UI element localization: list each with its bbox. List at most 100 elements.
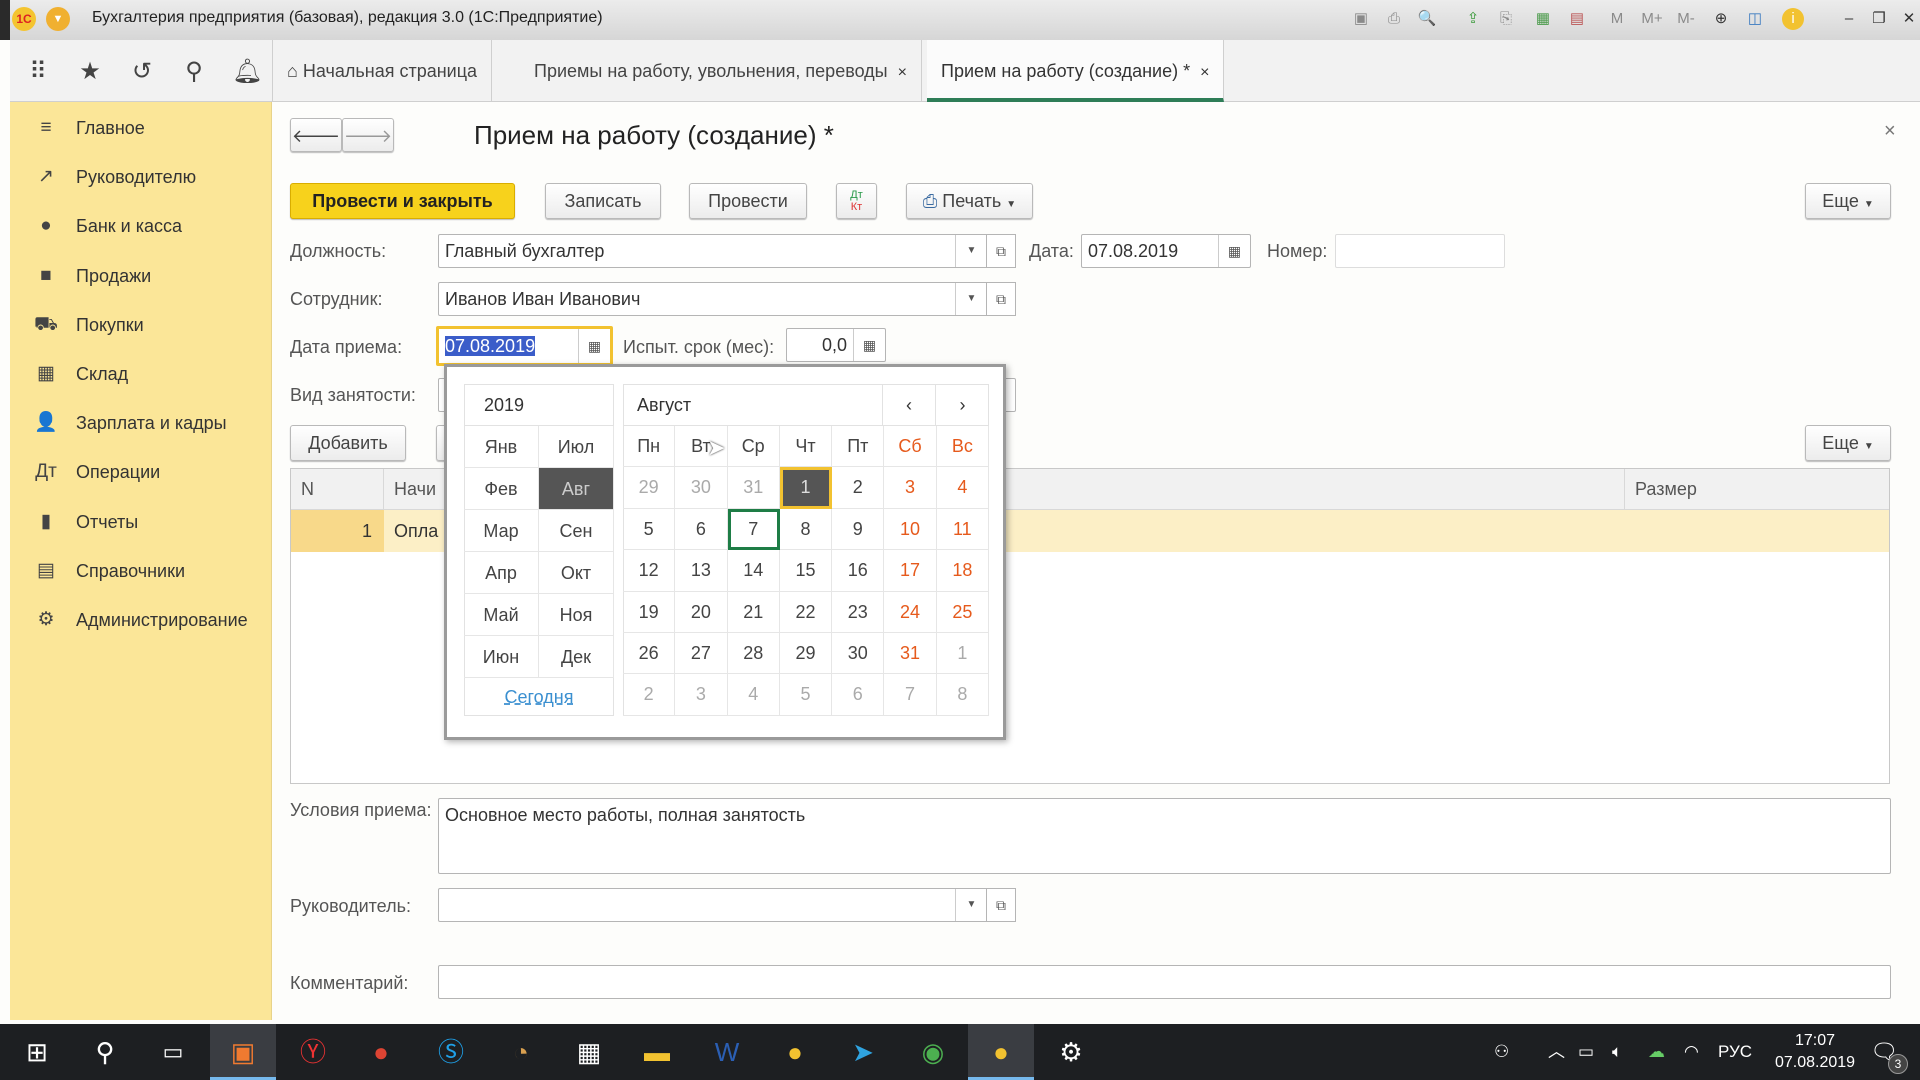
preview-icon[interactable]: 🔍: [1416, 8, 1438, 30]
day-cell[interactable]: 28: [727, 633, 780, 675]
day-cell[interactable]: 3: [675, 674, 728, 716]
tab-home[interactable]: ⌂ Начальная страница: [273, 40, 493, 102]
copy-icon[interactable]: ⎘: [1495, 8, 1517, 30]
app-1c-icon[interactable]: ●: [762, 1024, 828, 1080]
day-cell[interactable]: 8: [936, 674, 989, 716]
position-field[interactable]: Главный бухгалтер ▼: [438, 234, 988, 268]
sidebar-item[interactable]: ⚙ Администрирование: [10, 598, 272, 642]
sidebar-item[interactable]: 👤 Зарплата и кадры: [10, 401, 272, 445]
apple-app-icon[interactable]: ●: [348, 1024, 414, 1080]
forward-button[interactable]: 🡒: [342, 118, 394, 152]
day-cell[interactable]: 4: [936, 467, 989, 509]
day-cell[interactable]: 6: [832, 674, 885, 716]
search-icon[interactable]: ⚲: [180, 58, 208, 86]
month-cell[interactable]: Окт: [539, 552, 614, 594]
day-cell[interactable]: 31: [727, 467, 780, 509]
comment-field[interactable]: [438, 965, 1891, 999]
hire-date-field[interactable]: 07.08.2019 ▦: [436, 326, 613, 366]
prev-month-button[interactable]: ‹: [883, 384, 936, 426]
day-cell[interactable]: 29: [779, 633, 833, 675]
post-and-close-button[interactable]: Провести и закрыть: [290, 183, 515, 219]
open-manager-button[interactable]: ⧉: [986, 888, 1016, 922]
day-cell[interactable]: 12: [623, 550, 676, 592]
month-cell[interactable]: Авг: [539, 468, 614, 510]
day-cell[interactable]: 5: [623, 508, 676, 551]
clock-app-icon[interactable]: ◔: [488, 1024, 554, 1080]
sidebar-item[interactable]: ▤ Справочники: [10, 549, 272, 593]
calendar-icon[interactable]: ▦: [578, 329, 610, 363]
next-month-button[interactable]: ›: [936, 384, 989, 426]
show-hidden-icons-chevron[interactable]: ︿: [1548, 1024, 1565, 1080]
month-cell[interactable]: Апр: [464, 552, 539, 594]
open-employee-button[interactable]: ⧉: [986, 282, 1016, 316]
dt-kt-button[interactable]: Дт Кт: [836, 183, 877, 219]
panels-icon[interactable]: ◫: [1744, 8, 1766, 30]
wifi-icon[interactable]: ◠: [1684, 1024, 1699, 1080]
number-field[interactable]: [1335, 234, 1505, 268]
dropdown-arrow-icon[interactable]: ▼: [955, 235, 987, 267]
day-cell[interactable]: 24: [884, 591, 937, 633]
day-cell[interactable]: 1: [936, 633, 989, 675]
day-cell[interactable]: 7: [884, 674, 937, 716]
day-cell[interactable]: 30: [675, 467, 728, 509]
memory-m-button[interactable]: M: [1606, 8, 1628, 30]
app-1c-active-icon[interactable]: ●: [968, 1024, 1034, 1080]
task-view-icon[interactable]: ▭: [140, 1024, 206, 1080]
day-cell[interactable]: 3: [884, 467, 937, 509]
memory-minus-button[interactable]: M-: [1672, 8, 1700, 30]
save-icon[interactable]: ▣: [1350, 8, 1372, 30]
people-icon[interactable]: ⚇: [1494, 1024, 1509, 1080]
sidebar-item[interactable]: ↗ Руководителю: [10, 155, 272, 199]
day-cell[interactable]: 10: [884, 508, 937, 551]
day-cell[interactable]: 25: [936, 591, 989, 633]
add-button[interactable]: Добавить: [290, 425, 406, 461]
calculator-icon[interactable]: ▦: [1532, 8, 1554, 30]
day-cell[interactable]: 13: [675, 550, 728, 592]
calculator-icon[interactable]: ▦: [853, 329, 885, 361]
open-position-button[interactable]: ⧉: [986, 234, 1016, 268]
day-cell[interactable]: 17: [884, 550, 937, 592]
year-selector[interactable]: 2019: [464, 384, 614, 426]
dropdown-arrow-icon[interactable]: ▼: [955, 283, 987, 315]
column-header-n[interactable]: N: [291, 469, 384, 510]
notifications-bell-icon[interactable]: 🔔︎: [232, 58, 262, 86]
dropdown-arrow-icon[interactable]: ▼: [955, 889, 987, 921]
sidebar-item[interactable]: ≡ Главное: [10, 106, 272, 150]
language-indicator[interactable]: РУС: [1718, 1024, 1752, 1080]
month-cell[interactable]: Ноя: [539, 594, 614, 636]
apps-grid-icon[interactable]: ⠿: [24, 58, 52, 86]
day-cell[interactable]: 21: [727, 591, 780, 633]
month-cell[interactable]: Июн: [464, 636, 539, 678]
close-form-icon[interactable]: ×: [1884, 120, 1896, 143]
print-button[interactable]: ⎙ Печать ▼: [906, 183, 1033, 219]
day-cell[interactable]: 20: [675, 591, 728, 633]
memory-plus-button[interactable]: M+: [1638, 8, 1666, 30]
day-cell[interactable]: 1: [779, 467, 833, 509]
save-button[interactable]: Записать: [545, 183, 661, 219]
skype-icon[interactable]: Ⓢ: [418, 1024, 484, 1080]
day-cell[interactable]: 18: [936, 550, 989, 592]
post-button[interactable]: Провести: [689, 183, 807, 219]
minimize-icon[interactable]: –: [1838, 8, 1860, 30]
close-tab-icon[interactable]: ×: [1200, 64, 1209, 81]
day-cell[interactable]: 14: [727, 550, 780, 592]
day-cell[interactable]: 27: [675, 633, 728, 675]
yandex-browser-icon[interactable]: Ⓨ: [280, 1024, 346, 1080]
month-cell[interactable]: Фев: [464, 468, 539, 510]
month-cell[interactable]: Сен: [539, 510, 614, 552]
chrome-icon[interactable]: ◉: [900, 1024, 966, 1080]
tab-hire-create[interactable]: Прием на работу (создание) * ×: [927, 40, 1225, 102]
app-logo-icon[interactable]: 1С: [12, 7, 36, 31]
day-cell[interactable]: 8: [779, 508, 833, 551]
day-cell[interactable]: 31: [884, 633, 937, 675]
sidebar-item[interactable]: ■ Продажи: [10, 254, 272, 298]
date-field[interactable]: 07.08.2019 ▦: [1081, 234, 1251, 268]
sidebar-item[interactable]: ▮ Отчеты: [10, 500, 272, 544]
info-icon[interactable]: i: [1782, 8, 1804, 30]
day-cell[interactable]: 4: [727, 674, 780, 716]
back-button[interactable]: 🡐: [290, 118, 342, 152]
day-cell[interactable]: 22: [779, 591, 833, 633]
link-icon[interactable]: ⇪: [1462, 8, 1484, 30]
battery-icon[interactable]: ▭: [1578, 1024, 1594, 1080]
calculator-icon[interactable]: ▦: [556, 1024, 622, 1080]
